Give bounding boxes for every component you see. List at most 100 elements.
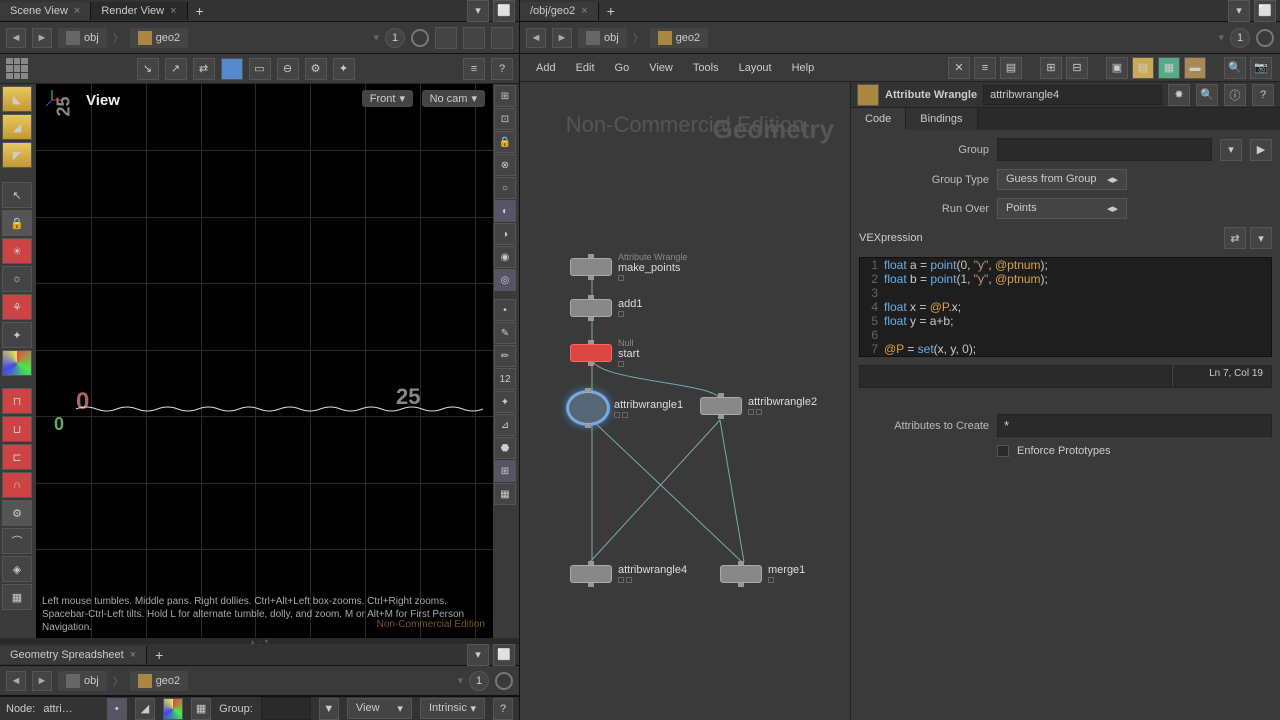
tool-icon[interactable]: ▦: [2, 584, 32, 610]
view-select[interactable]: View▾: [347, 698, 412, 719]
path-root[interactable]: obj: [58, 28, 107, 48]
tool-icon[interactable]: ◢: [2, 114, 32, 140]
tool-icon[interactable]: ⊡: [494, 108, 516, 130]
gear-icon[interactable]: ⚙: [2, 500, 32, 526]
tool-icon[interactable]: ○: [494, 177, 516, 199]
tab-network[interactable]: /obj/geo2×: [520, 2, 599, 20]
back-button[interactable]: ◄: [6, 28, 26, 48]
tool-icon[interactable]: ☀: [2, 238, 32, 264]
help-icon[interactable]: ?: [1252, 84, 1274, 106]
group-type-select[interactable]: Guess from Group◂▸: [997, 169, 1127, 190]
tool-icon[interactable]: ◐: [494, 200, 516, 222]
tool-icon[interactable]: ▭: [249, 58, 271, 80]
search-icon[interactable]: 🔍: [1224, 57, 1246, 79]
close-icon[interactable]: ×: [170, 5, 176, 17]
wrench-icon[interactable]: ✕: [948, 57, 970, 79]
prims-icon[interactable]: [163, 698, 183, 720]
path-pin[interactable]: 1: [385, 28, 405, 48]
tab-render-view[interactable]: Render View×: [91, 2, 187, 20]
close-icon[interactable]: ×: [74, 5, 80, 17]
maximize-icon[interactable]: ⬜: [493, 0, 515, 22]
tool-icon[interactable]: ▣: [1106, 57, 1128, 79]
help-icon[interactable]: ?: [491, 58, 513, 80]
enforce-checkbox[interactable]: [997, 445, 1009, 457]
tool-icon[interactable]: ▦: [494, 483, 516, 505]
view-cam-dropdown[interactable]: No cam▾: [422, 90, 485, 107]
dropdown-icon[interactable]: ▾: [1220, 139, 1242, 161]
menu-view[interactable]: View: [641, 58, 681, 78]
box-icon[interactable]: ▬: [1184, 57, 1206, 79]
ring-icon[interactable]: [411, 29, 429, 47]
close-icon[interactable]: ×: [581, 5, 587, 17]
path-pin[interactable]: 1: [1230, 28, 1250, 48]
tool-icon[interactable]: ◑: [494, 223, 516, 245]
ring-icon[interactable]: [1256, 29, 1274, 47]
gear-icon[interactable]: ✸: [1168, 84, 1190, 106]
path-pin[interactable]: 1: [469, 671, 489, 691]
pane-menu-icon[interactable]: ▾: [467, 0, 489, 22]
tool-icon[interactable]: ⬣: [494, 437, 516, 459]
forward-button[interactable]: ►: [32, 671, 52, 691]
tool-icon[interactable]: ∩: [2, 472, 32, 498]
back-button[interactable]: ◄: [526, 28, 546, 48]
filter-icon[interactable]: ▼: [319, 698, 339, 720]
box-icon[interactable]: [491, 27, 513, 49]
3d-viewport[interactable]: View 25 0 0 25 Front▾ No cam▾ Left mouse…: [36, 84, 493, 638]
forward-button[interactable]: ►: [552, 28, 572, 48]
pane-menu-icon[interactable]: ▾: [1228, 0, 1250, 22]
verts-icon[interactable]: ◢: [135, 698, 155, 720]
back-button[interactable]: ◄: [6, 671, 26, 691]
attrs-create-input[interactable]: [997, 414, 1272, 437]
pane-menu-icon[interactable]: ▾: [467, 644, 489, 666]
vex-code-editor[interactable]: 1float a = point(0, "y", @ptnum);2float …: [859, 257, 1272, 357]
group-input[interactable]: [261, 697, 311, 720]
tool-icon[interactable]: ✦: [494, 391, 516, 413]
tool-icon[interactable]: ⊏: [2, 444, 32, 470]
lock-icon[interactable]: 🔒: [2, 210, 32, 236]
run-over-select[interactable]: Points◂▸: [997, 198, 1127, 219]
path-current[interactable]: geo2: [130, 28, 188, 48]
menu-layout[interactable]: Layout: [731, 58, 780, 78]
group-input[interactable]: [997, 138, 1212, 161]
tool-icon[interactable]: ☼: [2, 266, 32, 292]
tool-icon[interactable]: ⊓: [2, 388, 32, 414]
tool-icon[interactable]: ⌒: [2, 528, 32, 554]
tool-icon[interactable]: ✦: [2, 322, 32, 348]
path-current[interactable]: geo2: [130, 671, 188, 691]
node-start[interactable]: Nullstart: [570, 338, 639, 367]
tab-code[interactable]: Code: [851, 108, 906, 130]
image-icon[interactable]: ▦: [1158, 57, 1180, 79]
tool-icon[interactable]: ⊗: [494, 154, 516, 176]
forward-button[interactable]: ►: [32, 28, 52, 48]
tool-icon[interactable]: [2, 350, 32, 376]
grid-icon[interactable]: [6, 58, 28, 80]
box-icon[interactable]: [463, 27, 485, 49]
note-icon[interactable]: ▤: [1132, 57, 1154, 79]
tool-icon[interactable]: ◈: [2, 556, 32, 582]
add-tab-button[interactable]: +: [188, 3, 212, 19]
select-tool[interactable]: ◣: [2, 86, 32, 112]
intrinsic-select[interactable]: Intrinsic▾: [420, 698, 485, 719]
maximize-icon[interactable]: ⬜: [1254, 0, 1276, 22]
tool-icon[interactable]: ◤: [2, 142, 32, 168]
tool-icon[interactable]: ⊞: [494, 460, 516, 482]
path-current[interactable]: geo2: [650, 28, 708, 48]
tool-icon[interactable]: [221, 58, 243, 80]
vex-status-input[interactable]: [859, 365, 1172, 388]
tool-icon[interactable]: ≡: [463, 58, 485, 80]
camera-icon[interactable]: 📷: [1250, 57, 1272, 79]
tool-icon[interactable]: ✏: [494, 345, 516, 367]
maximize-icon[interactable]: ⬜: [493, 644, 515, 666]
menu-edit[interactable]: Edit: [568, 58, 603, 78]
tool-icon[interactable]: •: [494, 299, 516, 321]
lock-icon[interactable]: 🔒: [494, 131, 516, 153]
search-icon[interactable]: 🔍: [1196, 84, 1218, 106]
ring-icon[interactable]: [495, 672, 513, 690]
node-make-points[interactable]: Attribute Wranglemake_points: [570, 252, 687, 281]
node-add1[interactable]: add1: [570, 298, 642, 317]
path-root[interactable]: obj: [578, 28, 627, 48]
network-editor[interactable]: Non-Commercial Edition Geometry Attribut…: [520, 82, 850, 720]
menu-add[interactable]: Add: [528, 58, 564, 78]
tool-icon[interactable]: ↗: [165, 58, 187, 80]
tool-icon[interactable]: ⇄: [193, 58, 215, 80]
